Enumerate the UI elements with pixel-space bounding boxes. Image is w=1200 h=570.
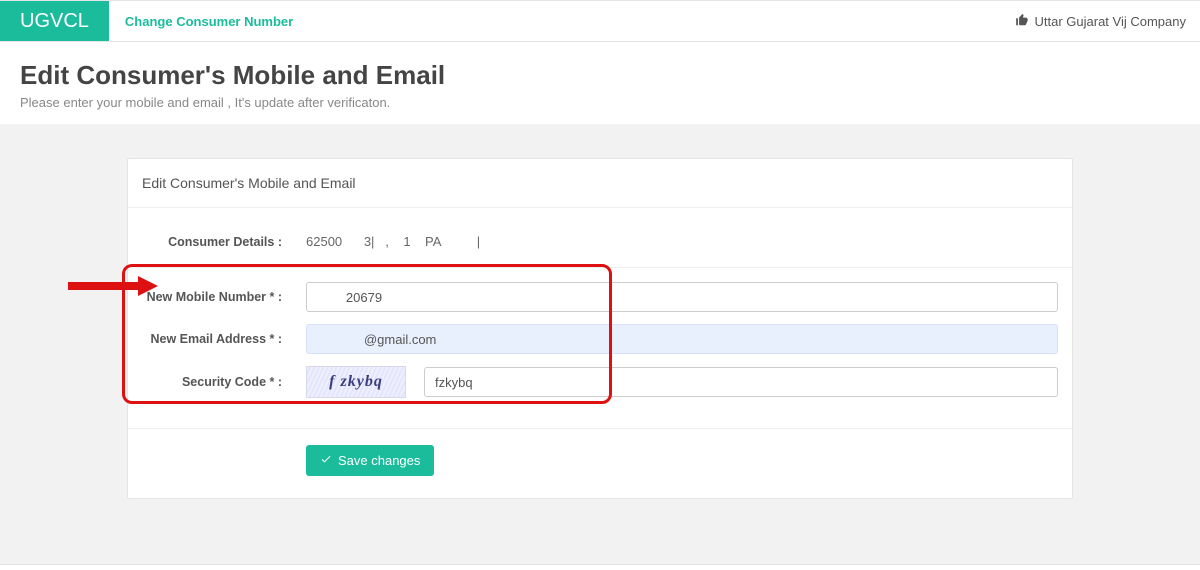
email-input[interactable] [306,324,1058,354]
security-code-input[interactable] [424,367,1058,397]
brand-logo[interactable]: UGVCL [0,1,109,41]
save-changes-button[interactable]: Save changes [306,445,434,476]
save-changes-label: Save changes [338,453,420,468]
captcha-image: f zkybq [306,366,406,398]
edit-panel: Edit Consumer's Mobile and Email Consume… [127,158,1073,499]
breadcrumb-change-consumer[interactable]: Change Consumer Number [109,1,309,41]
security-code-row: Security Code * : f zkybq [142,366,1058,398]
page-header: Edit Consumer's Mobile and Email Please … [0,42,1200,124]
divider [128,267,1072,268]
thumbs-up-icon [1015,13,1029,30]
mobile-row: New Mobile Number * : [142,282,1058,312]
mobile-input[interactable] [306,282,1058,312]
mobile-label: New Mobile Number * : [142,290,292,304]
topbar: UGVCL Change Consumer Number Uttar Gujar… [0,0,1200,42]
consumer-details-row: Consumer Details : 62500 3| , 1 PA | [142,226,1058,257]
consumer-details-label: Consumer Details : [142,235,292,249]
org-link[interactable]: Uttar Gujarat Vij Company [1001,1,1200,41]
email-label: New Email Address * : [142,332,292,346]
email-row: New Email Address * : [142,324,1058,354]
content-area: Edit Consumer's Mobile and Email Consume… [0,124,1200,564]
check-icon [320,453,332,468]
page-subtitle: Please enter your mobile and email , It'… [20,95,1180,110]
security-code-label: Security Code * : [142,375,292,389]
panel-footer: Save changes [128,428,1072,498]
footer-border [0,564,1200,570]
page-title: Edit Consumer's Mobile and Email [20,60,1180,91]
org-name: Uttar Gujarat Vij Company [1035,14,1187,29]
panel-body: Consumer Details : 62500 3| , 1 PA | New… [128,208,1072,428]
consumer-details-value: 62500 3| , 1 PA | [292,234,1058,249]
panel-heading: Edit Consumer's Mobile and Email [128,159,1072,208]
